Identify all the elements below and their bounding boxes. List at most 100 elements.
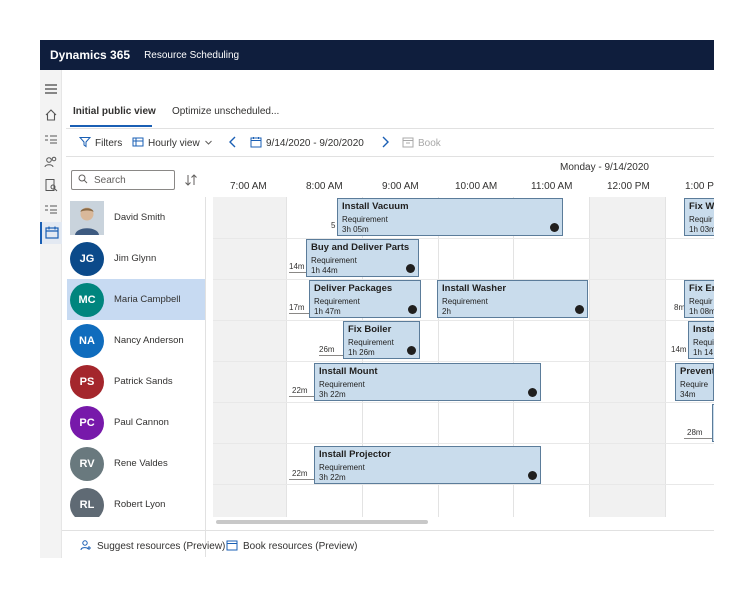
hour-gridline (286, 197, 287, 517)
top-bar: Dynamics 365 Resource Scheduling (40, 40, 714, 70)
booking-type: Requirement (442, 297, 488, 306)
document-search-icon[interactable] (44, 178, 58, 192)
hour-gridline (665, 197, 666, 517)
booking-duration: 1h 47m (314, 307, 341, 316)
booking-title: Deliver Packages (314, 283, 393, 294)
booking-fix-wa[interactable]: Fix Wa Requir 1h 03m (684, 198, 714, 236)
booking-title: Install Vacuum (342, 201, 409, 212)
off-hours-shade (213, 197, 286, 517)
booking-prevent[interactable]: Prevent Require 34m (675, 363, 714, 401)
booking-duration: 3h 22m (319, 473, 346, 482)
resource-row[interactable]: JG Jim Glynn (67, 238, 205, 279)
book-resources-button[interactable]: Book resources (Preview) (226, 539, 357, 554)
tab-initial-public-view[interactable]: Initial public view (73, 106, 156, 117)
resource-row[interactable]: NA Nancy Anderson (67, 320, 205, 361)
travel-time: 26m (319, 345, 335, 354)
status-icon (528, 388, 537, 397)
status-icon (407, 346, 416, 355)
avatar: NA (70, 323, 104, 358)
scheduling-app: Dynamics 365 Resource Scheduling Initial… (40, 40, 714, 558)
hamburger-menu-icon[interactable] (44, 82, 58, 96)
status-icon (528, 471, 537, 480)
travel-line (289, 272, 306, 273)
row-gridline (213, 320, 714, 321)
previous-week-button[interactable] (228, 136, 238, 151)
booking-type: Requirement (311, 256, 357, 265)
resource-name: Patrick Sands (114, 376, 173, 387)
booking-buy-and-deliver-parts[interactable]: Buy and Deliver Parts Requirement 1h 44m (306, 239, 419, 277)
active-tab-indicator (70, 125, 152, 127)
sort-icon[interactable] (184, 172, 198, 188)
resource-row[interactable]: RL Robert Lyon (67, 484, 205, 517)
resource-name: Rene Valdes (114, 458, 168, 469)
time-label: 12:00 PM (607, 181, 650, 192)
resource-search-input[interactable]: Search (71, 170, 175, 190)
divider (66, 128, 714, 129)
time-label: 8:00 AM (306, 181, 343, 192)
resource-name: Nancy Anderson (114, 335, 184, 346)
book-button[interactable]: Book (402, 136, 441, 151)
date-range-picker[interactable]: 9/14/2020 - 9/20/2020 (250, 136, 364, 151)
book-icon (402, 136, 414, 151)
resource-row[interactable]: PS Patrick Sands (67, 361, 205, 402)
booking-title: Fix En (689, 283, 714, 294)
suggest-resources-button[interactable]: Suggest resources (Preview) (80, 539, 225, 554)
travel-time: 5 (331, 221, 336, 230)
booking-fix-boiler[interactable]: Fix Boiler Requirement 1h 26m (343, 321, 420, 359)
booking-title: Instal (693, 324, 714, 335)
time-label: 1:00 PM (685, 181, 714, 192)
resource-row[interactable]: David Smith (67, 197, 205, 238)
people-icon[interactable] (44, 155, 58, 169)
booking-title: Prevent (680, 366, 714, 377)
view-icon (132, 136, 144, 151)
booking-duration: 3h 05m (342, 225, 369, 234)
filters-button[interactable]: Filters (78, 136, 122, 151)
resource-name: Maria Campbell (114, 294, 181, 305)
booking-instal[interactable]: Instal Requir 1h 14 (688, 321, 714, 359)
list-icon[interactable] (44, 132, 58, 146)
booking-fix-en[interactable]: Fix En Requir 1h 08m (684, 280, 714, 318)
travel-line (289, 479, 314, 480)
resource-row[interactable]: PC Paul Cannon (67, 402, 205, 443)
resource-row[interactable]: MC Maria Campbell (67, 279, 205, 320)
travel-time: 14m (671, 345, 687, 354)
status-icon (550, 223, 559, 232)
toolbar: Filters Hourly view 9/14/2020 - 9/20/202… (62, 132, 714, 154)
next-week-button[interactable] (380, 136, 390, 151)
booking-partial[interactable] (712, 404, 714, 442)
tab-optimize-unscheduled[interactable]: Optimize unscheduled... (172, 106, 279, 117)
booking-type: Requir (689, 215, 713, 224)
booking-title: Fix Wa (689, 201, 714, 212)
booking-type: Requirement (314, 297, 360, 306)
hourly-view-dropdown[interactable]: Hourly view (132, 136, 213, 151)
home-icon[interactable] (44, 108, 58, 122)
booking-install-washer[interactable]: Install Washer Requirement 2h (437, 280, 588, 318)
booking-type: Requir (693, 338, 714, 347)
time-label: 10:00 AM (455, 181, 498, 192)
brand-name[interactable]: Dynamics 365 (50, 48, 130, 62)
booking-install-vacuum[interactable]: Install Vacuum Requirement 3h 05m (337, 198, 563, 236)
app-name[interactable]: Resource Scheduling (144, 50, 239, 61)
book-label: Book (418, 138, 441, 149)
resource-list: David Smith JG Jim Glynn MC Maria Campbe… (67, 197, 205, 517)
list-icon[interactable] (44, 202, 58, 216)
resource-row[interactable]: RV Rene Valdes (67, 443, 205, 484)
avatar: MC (70, 282, 104, 317)
booking-install-projector[interactable]: Install Projector Requirement 3h 22m (314, 446, 541, 484)
booking-title: Install Projector (319, 449, 391, 460)
calendar-icon[interactable] (40, 222, 62, 244)
time-label: 9:00 AM (382, 181, 419, 192)
horizontal-scrollbar[interactable] (216, 520, 428, 524)
row-gridline (213, 484, 714, 485)
status-icon (406, 264, 415, 273)
avatar: RV (70, 446, 104, 481)
travel-time: 14m (289, 262, 305, 271)
booking-deliver-packages[interactable]: Deliver Packages Requirement 1h 47m (309, 280, 421, 318)
booking-duration: 1h 26m (348, 348, 375, 357)
booking-title: Install Washer (442, 283, 507, 294)
booking-duration: 1h 44m (311, 266, 338, 275)
booking-title: Buy and Deliver Parts (311, 242, 410, 253)
left-nav-rail (40, 70, 62, 558)
travel-time: 22m (292, 386, 308, 395)
booking-install-mount[interactable]: Install Mount Requirement 3h 22m (314, 363, 541, 401)
